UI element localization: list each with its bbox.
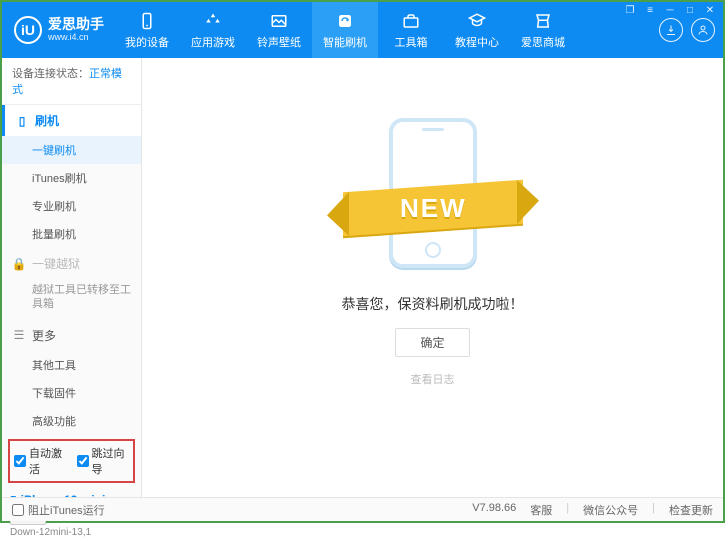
device-firmware: Down-12mini-13,1 [10,527,133,538]
top-nav: 我的设备 应用游戏 铃声壁纸 智能刷机 工具箱 教程中心 [114,2,576,58]
minimize-button[interactable]: ─ [663,4,677,16]
checkbox-auto-activate[interactable]: 自动激活 [14,445,67,477]
sidebar-item-oneclick-flash[interactable]: 一键刷机 [2,136,141,164]
sparkle-icon: ✦ [489,138,501,155]
brand-title: 爱思助手 [48,17,104,32]
sidebar-item-advanced[interactable]: 高级功能 [2,407,141,435]
sidebar-section-flash: ▯ 刷机 一键刷机 iTunes刷机 专业刷机 批量刷机 [2,105,141,248]
more-icon: ☰ [12,328,26,342]
skin-button[interactable]: ❐ [623,4,637,16]
brand: iU 爱思助手 www.i4.cn [2,16,114,44]
options-highlight-box: 自动激活 跳过向导 [8,439,135,483]
body: 设备连接状态：正常模式 ▯ 刷机 一键刷机 iTunes刷机 专业刷机 批量刷机… [2,58,723,497]
nav-flash[interactable]: 智能刷机 [312,2,378,58]
nav-apps[interactable]: 应用游戏 [180,2,246,58]
nav-store[interactable]: 爱思商城 [510,2,576,58]
phone-icon [137,11,157,31]
checkbox-skip-guide[interactable]: 跳过向导 [77,445,130,477]
nav-my-device[interactable]: 我的设备 [114,2,180,58]
sidebar-item-download-fw[interactable]: 下载固件 [2,379,141,407]
sidebar-head-jailbreak[interactable]: 🔒 一键越狱 [2,248,141,279]
success-message: 恭喜您，保资料刷机成功啦！ [342,294,524,314]
view-log-link[interactable]: 查看日志 [411,371,455,387]
user-button[interactable] [691,18,715,42]
sidebar-item-itunes-flash[interactable]: iTunes刷机 [2,164,141,192]
logo-icon: iU [14,16,42,44]
sidebar-head-flash[interactable]: ▯ 刷机 [2,105,141,136]
download-button[interactable] [659,18,683,42]
titlebar-right [659,18,723,42]
sidebar-item-other-tools[interactable]: 其他工具 [2,351,141,379]
sparkle-icon: ✦ [371,249,379,260]
wallpaper-icon [269,11,289,31]
sparkle-icon: ✦ [363,128,375,145]
close-button[interactable]: ✕ [703,4,717,16]
apps-icon [203,11,223,31]
sidebar-head-more[interactable]: ☰ 更多 [2,320,141,351]
maximize-button[interactable]: □ [683,4,697,16]
footer-link-update[interactable]: 检查更新 [669,502,713,518]
jailbreak-note: 越狱工具已转移至工具箱 [2,279,141,320]
main-panel: NEW ✦ ✦ ✦ 恭喜您，保资料刷机成功啦！ 确定 查看日志 [142,58,723,497]
flash-icon [335,11,355,31]
success-illustration: NEW ✦ ✦ ✦ [343,108,523,278]
connection-status: 设备连接状态：正常模式 [2,58,141,105]
footer-link-support[interactable]: 客服 [530,502,552,518]
lock-icon: 🔒 [12,257,26,271]
sidebar-section-more: ☰ 更多 其他工具 下载固件 高级功能 [2,320,141,435]
tutorial-icon [467,11,487,31]
nav-toolbox[interactable]: 工具箱 [378,2,444,58]
footer-right: V7.98.66 客服 | 微信公众号 | 检查更新 [472,502,713,518]
app-window: ❐ ≡ ─ □ ✕ iU 爱思助手 www.i4.cn 我的设备 应用游戏 [0,0,725,523]
phone-small-icon: ▯ [15,114,29,128]
version-label: V7.98.66 [472,502,516,518]
store-icon [533,11,553,31]
titlebar: ❐ ≡ ─ □ ✕ iU 爱思助手 www.i4.cn 我的设备 应用游戏 [2,2,723,58]
window-controls: ❐ ≡ ─ □ ✕ [623,4,717,16]
sidebar-item-batch-flash[interactable]: 批量刷机 [2,220,141,248]
nav-tutorial[interactable]: 教程中心 [444,2,510,58]
sidebar: 设备连接状态：正常模式 ▯ 刷机 一键刷机 iTunes刷机 专业刷机 批量刷机… [2,58,142,497]
checkbox-block-itunes[interactable]: 阻止iTunes运行 [12,502,105,518]
nav-ringtones[interactable]: 铃声壁纸 [246,2,312,58]
footer: 阻止iTunes运行 V7.98.66 客服 | 微信公众号 | 检查更新 [2,497,723,521]
brand-url: www.i4.cn [48,33,104,43]
sidebar-item-pro-flash[interactable]: 专业刷机 [2,192,141,220]
toolbox-icon [401,11,421,31]
new-ribbon: NEW [343,180,523,237]
footer-link-wechat[interactable]: 微信公众号 [583,502,638,518]
sidebar-section-jailbreak: 🔒 一键越狱 越狱工具已转移至工具箱 [2,248,141,320]
menu-button[interactable]: ≡ [643,4,657,16]
ok-button[interactable]: 确定 [395,328,469,357]
